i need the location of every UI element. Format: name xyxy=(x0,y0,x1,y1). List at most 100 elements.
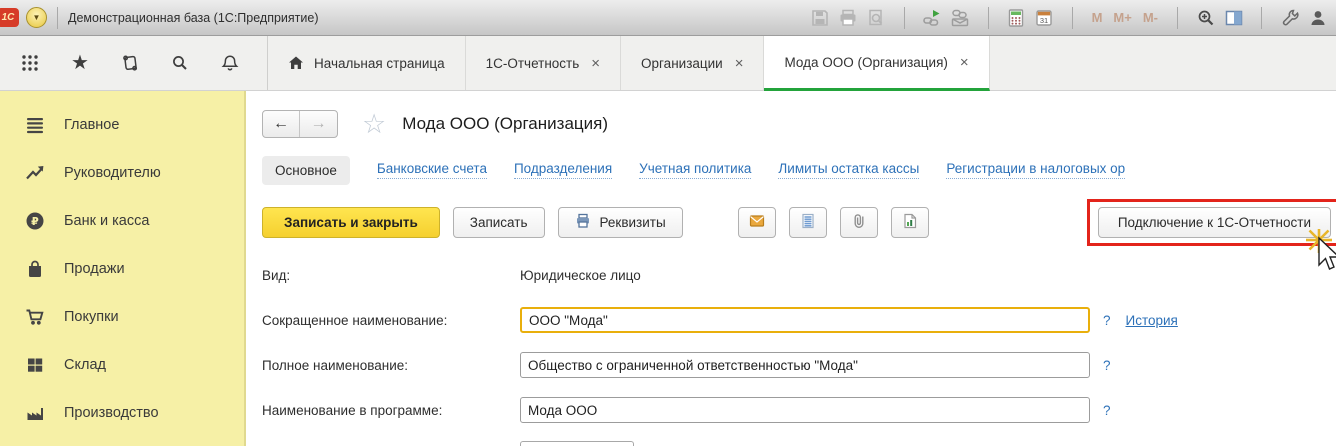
command-bar: Записать и закрыть Записать Реквизиты xyxy=(262,203,1336,241)
svg-text:31: 31 xyxy=(1040,15,1048,24)
app-name-label: Наименование в программе: xyxy=(262,403,520,418)
shopping-bag-icon xyxy=(24,258,46,280)
sidebar-item-production[interactable]: Производство xyxy=(0,389,244,437)
print-preview-icon[interactable] xyxy=(866,7,887,28)
full-name-input[interactable] xyxy=(520,352,1090,378)
save-button[interactable]: Записать xyxy=(453,207,545,238)
favorites-star-icon[interactable]: ★ xyxy=(70,53,90,73)
nav-link-bank-accounts[interactable]: Банковские счета xyxy=(377,161,487,179)
tab-home[interactable]: Начальная страница xyxy=(268,36,466,90)
app-name-input[interactable] xyxy=(520,397,1090,423)
tab-label: Мода ООО (Организация) xyxy=(784,55,947,70)
app-logo-1c: 1С xyxy=(0,8,19,27)
sidebar-item-main[interactable]: Главное xyxy=(0,101,244,149)
save-icon[interactable] xyxy=(810,7,831,28)
zoom-in-icon[interactable] xyxy=(1195,7,1216,28)
window-title: Демонстрационная база (1С:Предприятие) xyxy=(68,11,319,25)
tab-1c-reporting[interactable]: 1С-Отчетность × xyxy=(466,36,621,90)
nav-link-departments[interactable]: Подразделения xyxy=(514,161,612,179)
close-icon[interactable]: × xyxy=(735,55,744,72)
sidebar-item-label: Склад xyxy=(64,357,106,373)
sidebar-item-warehouse[interactable]: Склад xyxy=(0,341,244,389)
trend-chart-icon xyxy=(24,162,46,184)
help-icon[interactable]: ? xyxy=(1103,358,1111,373)
search-icon[interactable] xyxy=(170,53,190,73)
tab-moda-organization[interactable]: Мода ООО (Организация) × xyxy=(764,36,989,91)
all-functions-grid-icon[interactable] xyxy=(20,53,40,73)
sidebar-item-label: Производство xyxy=(64,405,159,421)
form-area: ← → ☆ Мода ООО (Организация) Основное Ба… xyxy=(246,91,1336,446)
sidebar-item-label: Банк и касса xyxy=(64,213,149,229)
reports-file-button[interactable] xyxy=(891,207,929,238)
short-name-input[interactable] xyxy=(520,307,1090,333)
boxes-grid-icon xyxy=(24,354,46,376)
striped-document-icon xyxy=(800,213,816,232)
go-to-link-icon[interactable] xyxy=(950,7,971,28)
forward-button[interactable]: → xyxy=(300,111,337,137)
sidebar-item-manager[interactable]: Руководителю xyxy=(0,149,244,197)
print-icon[interactable] xyxy=(838,7,859,28)
sidebar-item-bank-cash[interactable]: ₽ Банк и касса xyxy=(0,197,244,245)
tab-bar: ★ Начальная страница 1С-Отчетность × Орг… xyxy=(0,36,1336,91)
document-list-button[interactable] xyxy=(789,207,827,238)
paperclip-icon xyxy=(851,213,867,232)
report-file-icon xyxy=(902,213,918,232)
nav-link-main[interactable]: Основное xyxy=(262,156,350,185)
calculator-icon[interactable] xyxy=(1006,7,1027,28)
nav-link-cash-limits[interactable]: Лимиты остатка кассы xyxy=(778,161,919,179)
menu-icon xyxy=(24,114,46,136)
back-button[interactable]: ← xyxy=(263,111,300,137)
tab-label: Начальная страница xyxy=(314,56,445,71)
help-icon[interactable]: ? xyxy=(1103,403,1111,418)
kind-value: Юридическое лицо xyxy=(520,268,641,283)
main-menu-dropdown-button[interactable]: ▼ xyxy=(26,7,47,28)
memory-m-minus-button[interactable]: M- xyxy=(1141,10,1160,25)
connect-1c-reporting-button[interactable]: Подключение к 1С-Отчетности xyxy=(1098,207,1331,238)
divider xyxy=(904,7,905,29)
printer-icon xyxy=(575,213,591,232)
close-icon[interactable]: × xyxy=(960,54,969,71)
memory-m-plus-button[interactable]: M+ xyxy=(1111,10,1133,25)
split-window-icon[interactable] xyxy=(1223,7,1244,28)
form-nav-links: Основное Банковские счета Подразделения … xyxy=(262,155,1336,185)
svg-text:₽: ₽ xyxy=(31,216,39,228)
divider xyxy=(988,7,989,29)
history-icon[interactable] xyxy=(120,53,140,73)
home-icon xyxy=(288,55,304,71)
calendar-icon[interactable]: 31 xyxy=(1034,7,1055,28)
full-name-label: Полное наименование: xyxy=(262,358,520,373)
tab-organizations[interactable]: Организации × xyxy=(621,36,764,90)
memory-m-button[interactable]: M xyxy=(1090,10,1105,25)
quick-toolbar: ★ xyxy=(0,36,268,90)
page-title: Мода ООО (Организация) xyxy=(402,114,608,134)
history-link[interactable]: История xyxy=(1126,313,1178,328)
help-icon[interactable]: ? xyxy=(1103,313,1111,328)
sidebar-item-label: Покупки xyxy=(64,309,119,325)
divider xyxy=(1261,7,1262,29)
settings-wrench-icon[interactable] xyxy=(1279,7,1300,28)
save-and-close-button[interactable]: Записать и закрыть xyxy=(262,207,440,238)
tab-label: 1С-Отчетность xyxy=(486,56,580,71)
sidebar-item-sales[interactable]: Продажи xyxy=(0,245,244,293)
attachments-button[interactable] xyxy=(840,207,878,238)
get-link-icon[interactable] xyxy=(922,7,943,28)
envelope-icon xyxy=(749,213,765,232)
nav-link-tax-registrations[interactable]: Регистрации в налоговых ор xyxy=(946,161,1125,179)
sidebar-item-purchases[interactable]: Покупки xyxy=(0,293,244,341)
notifications-bell-icon[interactable] xyxy=(220,53,240,73)
sidebar-item-label: Продажи xyxy=(64,261,125,277)
requisites-button[interactable]: Реквизиты xyxy=(558,207,683,238)
organization-form: Вид: Юридическое лицо Сокращенное наимен… xyxy=(262,261,1336,446)
requisites-label: Реквизиты xyxy=(600,215,666,230)
tab-label: Организации xyxy=(641,56,723,71)
nav-link-accounting-policy[interactable]: Учетная политика xyxy=(639,161,751,179)
close-icon[interactable]: × xyxy=(591,55,600,72)
divider xyxy=(1177,7,1178,29)
next-field-truncated-input[interactable] xyxy=(520,441,634,446)
user-icon[interactable] xyxy=(1307,7,1328,28)
favorite-star-icon[interactable]: ☆ xyxy=(362,111,386,138)
ruble-coin-icon: ₽ xyxy=(24,210,46,232)
window-titlebar: 1С ▼ Демонстрационная база (1С:Предприят… xyxy=(0,0,1336,36)
sidebar-item-label: Руководителю xyxy=(64,165,161,181)
send-email-button[interactable] xyxy=(738,207,776,238)
